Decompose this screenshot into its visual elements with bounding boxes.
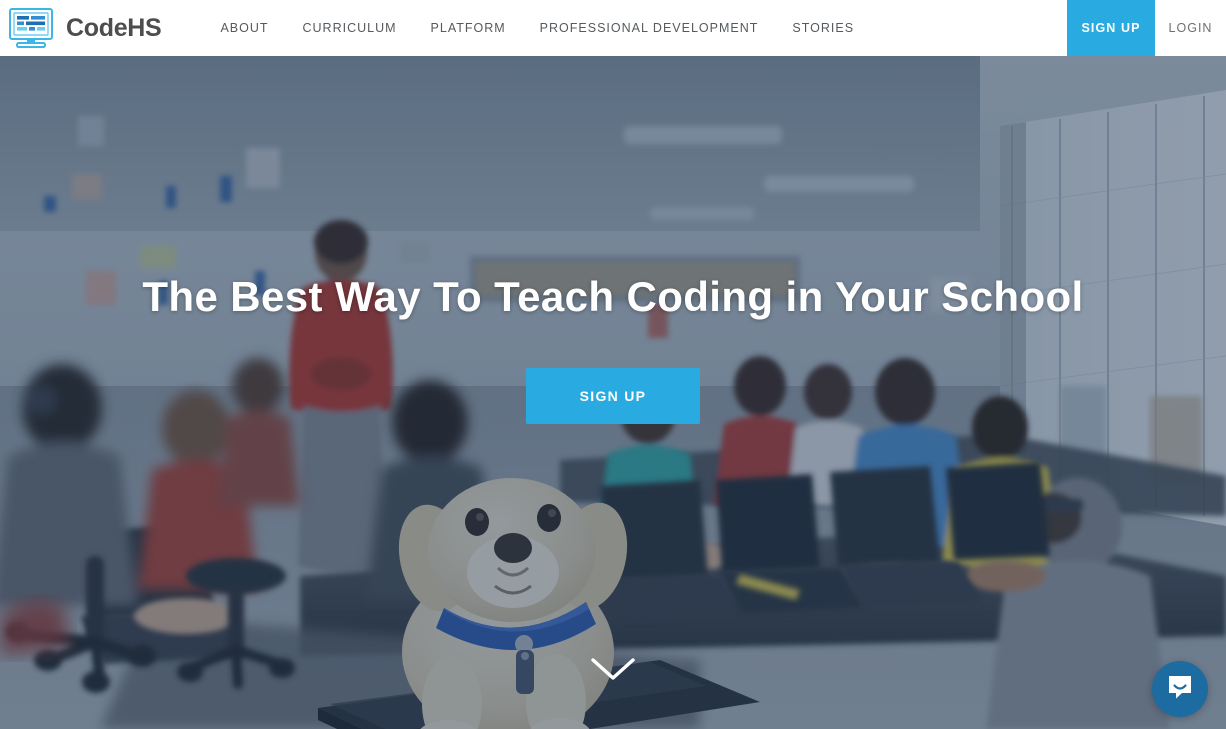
hero-signup-button[interactable]: SIGN UP: [526, 368, 700, 424]
monitor-code-icon: [8, 7, 54, 49]
chat-launcher-button[interactable]: [1152, 661, 1208, 717]
top-navigation-bar: CodeHS ABOUT CURRICULUM PLATFORM PROFESS…: [0, 0, 1226, 56]
hero-content: The Best Way To Teach Coding in Your Sch…: [0, 56, 1226, 729]
nav-item-professional-development[interactable]: PROFESSIONAL DEVELOPMENT: [523, 0, 776, 56]
chat-bubble-icon: [1165, 672, 1195, 707]
brand-name: CodeHS: [66, 13, 162, 42]
hero-headline: The Best Way To Teach Coding in Your Sch…: [142, 273, 1084, 320]
nav-item-curriculum[interactable]: CURRICULUM: [286, 0, 414, 56]
nav-item-platform[interactable]: PLATFORM: [414, 0, 523, 56]
nav-login-link[interactable]: LOGIN: [1155, 0, 1226, 56]
nav-signup-button[interactable]: SIGN UP: [1067, 0, 1155, 56]
nav-account-actions: SIGN UP LOGIN: [1067, 0, 1226, 56]
hero-section: The Best Way To Teach Coding in Your Sch…: [0, 56, 1226, 729]
nav-item-stories[interactable]: STORIES: [775, 0, 871, 56]
brand-logo-link[interactable]: CodeHS: [0, 0, 162, 56]
primary-nav-links: ABOUT CURRICULUM PLATFORM PROFESSIONAL D…: [203, 0, 871, 56]
nav-item-about[interactable]: ABOUT: [203, 0, 285, 56]
